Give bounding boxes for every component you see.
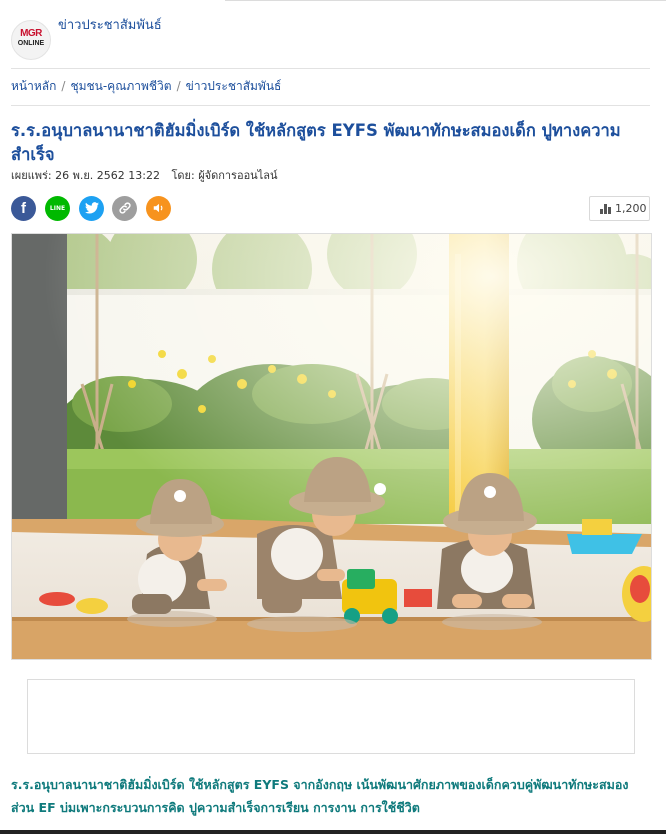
breadcrumb-community[interactable]: ชุมชน-คุณภาพชีวิต [70, 79, 171, 93]
published-date: 26 พ.ย. 2562 13:22 [55, 169, 160, 182]
facebook-icon: f [21, 200, 26, 217]
header-divider [11, 68, 650, 69]
article-lead: ร.ร.อนุบาลนานาชาติฮัมมิ่งเบิร์ด ใช้หลักส… [11, 777, 629, 815]
link-icon [118, 202, 131, 214]
photo-icon [12, 234, 651, 659]
breadcrumb-divider [11, 105, 650, 106]
article-photo[interactable] [11, 233, 652, 660]
breadcrumb-separator: / [61, 79, 66, 93]
line-icon: LINE [49, 205, 66, 212]
facebook-share-button[interactable]: f [11, 196, 36, 221]
published-label: เผยแพร่: [11, 169, 52, 182]
breadcrumb-separator: / [176, 79, 181, 93]
ad-placeholder [27, 679, 635, 754]
breadcrumb-home[interactable]: หน้าหลัก [11, 79, 56, 93]
author-name: ผู้จัดการออนไลน์ [198, 169, 278, 182]
line-share-button[interactable]: LINE [45, 196, 70, 221]
breadcrumb-pr-news[interactable]: ข่าวประชาสัมพันธ์ [186, 79, 282, 93]
article-meta: เผยแพร่: 26 พ.ย. 2562 13:22 โดย: ผู้จัดก… [11, 166, 278, 184]
mgr-online-logo[interactable]: MGR ONLINE [11, 20, 51, 60]
section-title[interactable]: ข่าวประชาสัมพันธ์ [58, 14, 162, 35]
view-count-badge: 1,200 [589, 196, 650, 221]
twitter-share-button[interactable] [79, 196, 104, 221]
view-count: 1,200 [615, 202, 647, 215]
bar-chart-icon [600, 204, 612, 214]
article-headline: ร.ร.อนุบาลนานาชาติฮัมมิ่งเบิร์ด ใช้หลักส… [11, 121, 621, 164]
listen-button[interactable] [146, 196, 171, 221]
breadcrumb: หน้าหลัก / ชุมชน-คุณภาพชีวิต / ข่าวประชาสัมพ… [11, 77, 281, 96]
copy-link-button[interactable] [112, 196, 137, 221]
author-label: โดย: [171, 169, 195, 182]
logo-text-mgr: MGR [20, 28, 42, 39]
bottom-bar [0, 830, 666, 834]
top-divider [225, 0, 666, 1]
speaker-icon [153, 203, 162, 213]
twitter-icon [84, 202, 99, 214]
logo-text-online: ONLINE [17, 40, 45, 47]
